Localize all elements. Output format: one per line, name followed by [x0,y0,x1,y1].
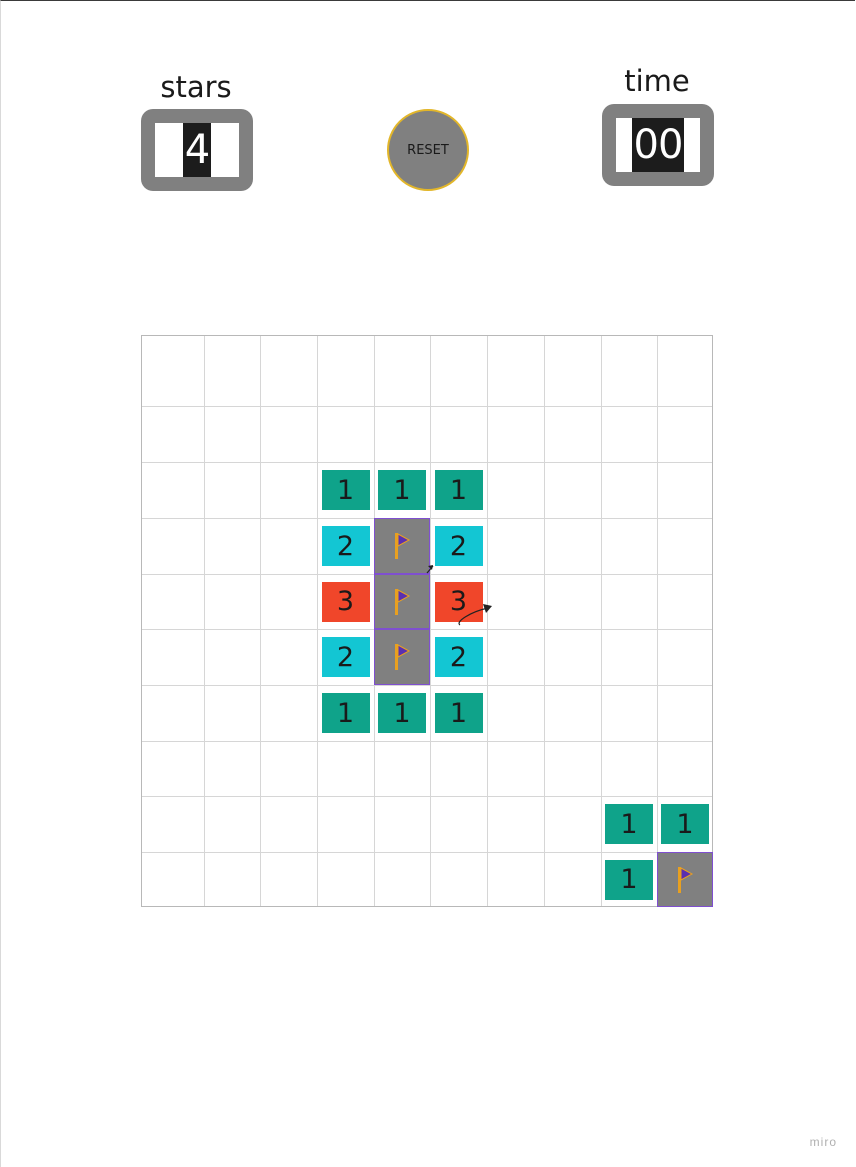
number-tile[interactable]: 3 [321,581,370,622]
miro-watermark: miro [809,1135,837,1149]
flagged-cell[interactable] [657,852,713,907]
reset-label: RESET [407,142,449,158]
grid-line [142,852,712,853]
flagged-cell[interactable] [374,518,430,574]
number-tile[interactable]: 1 [434,693,483,733]
number-tile[interactable]: 1 [321,470,370,510]
time-label: time [624,64,690,98]
grid-line [142,406,712,407]
time-display: 00 [616,118,700,172]
flag-icon [395,533,411,559]
time-counter: 00 [602,104,714,186]
stars-display: 4 [155,123,239,177]
flag-icon [678,866,694,893]
game-board: 111223322111111 [141,335,713,907]
flagged-cell[interactable] [374,629,430,685]
number-tile[interactable]: 3 [434,581,483,622]
number-tile[interactable]: 1 [321,693,370,733]
grid-line [142,685,712,686]
stars-value: 4 [182,123,212,177]
flag-icon [395,644,411,670]
grid-line [142,462,712,463]
number-tile[interactable]: 1 [605,859,653,900]
stars-label: stars [160,70,232,104]
number-tile[interactable]: 2 [434,637,483,677]
time-value: 00 [631,118,685,172]
number-tile[interactable]: 1 [605,804,653,844]
stars-counter: 4 [141,109,253,191]
number-tile[interactable]: 1 [378,470,426,510]
flagged-cell[interactable] [374,574,430,629]
flag-icon [395,588,411,615]
number-tile[interactable]: 2 [434,526,483,566]
grid-line [204,336,205,906]
number-tile[interactable]: 2 [321,526,370,566]
grid-line [142,796,712,797]
grid-line [430,336,431,906]
grid-line [487,336,488,906]
grid-line [601,336,602,906]
number-tile[interactable]: 1 [661,804,709,844]
number-tile[interactable]: 1 [434,470,483,510]
number-tile[interactable]: 2 [321,637,370,677]
grid-line [544,336,545,906]
number-tile[interactable]: 1 [378,693,426,733]
grid-line [142,741,712,742]
grid-line [260,336,261,906]
reset-button[interactable]: RESET [387,109,469,191]
grid-line [657,336,658,906]
grid-line [317,336,318,906]
